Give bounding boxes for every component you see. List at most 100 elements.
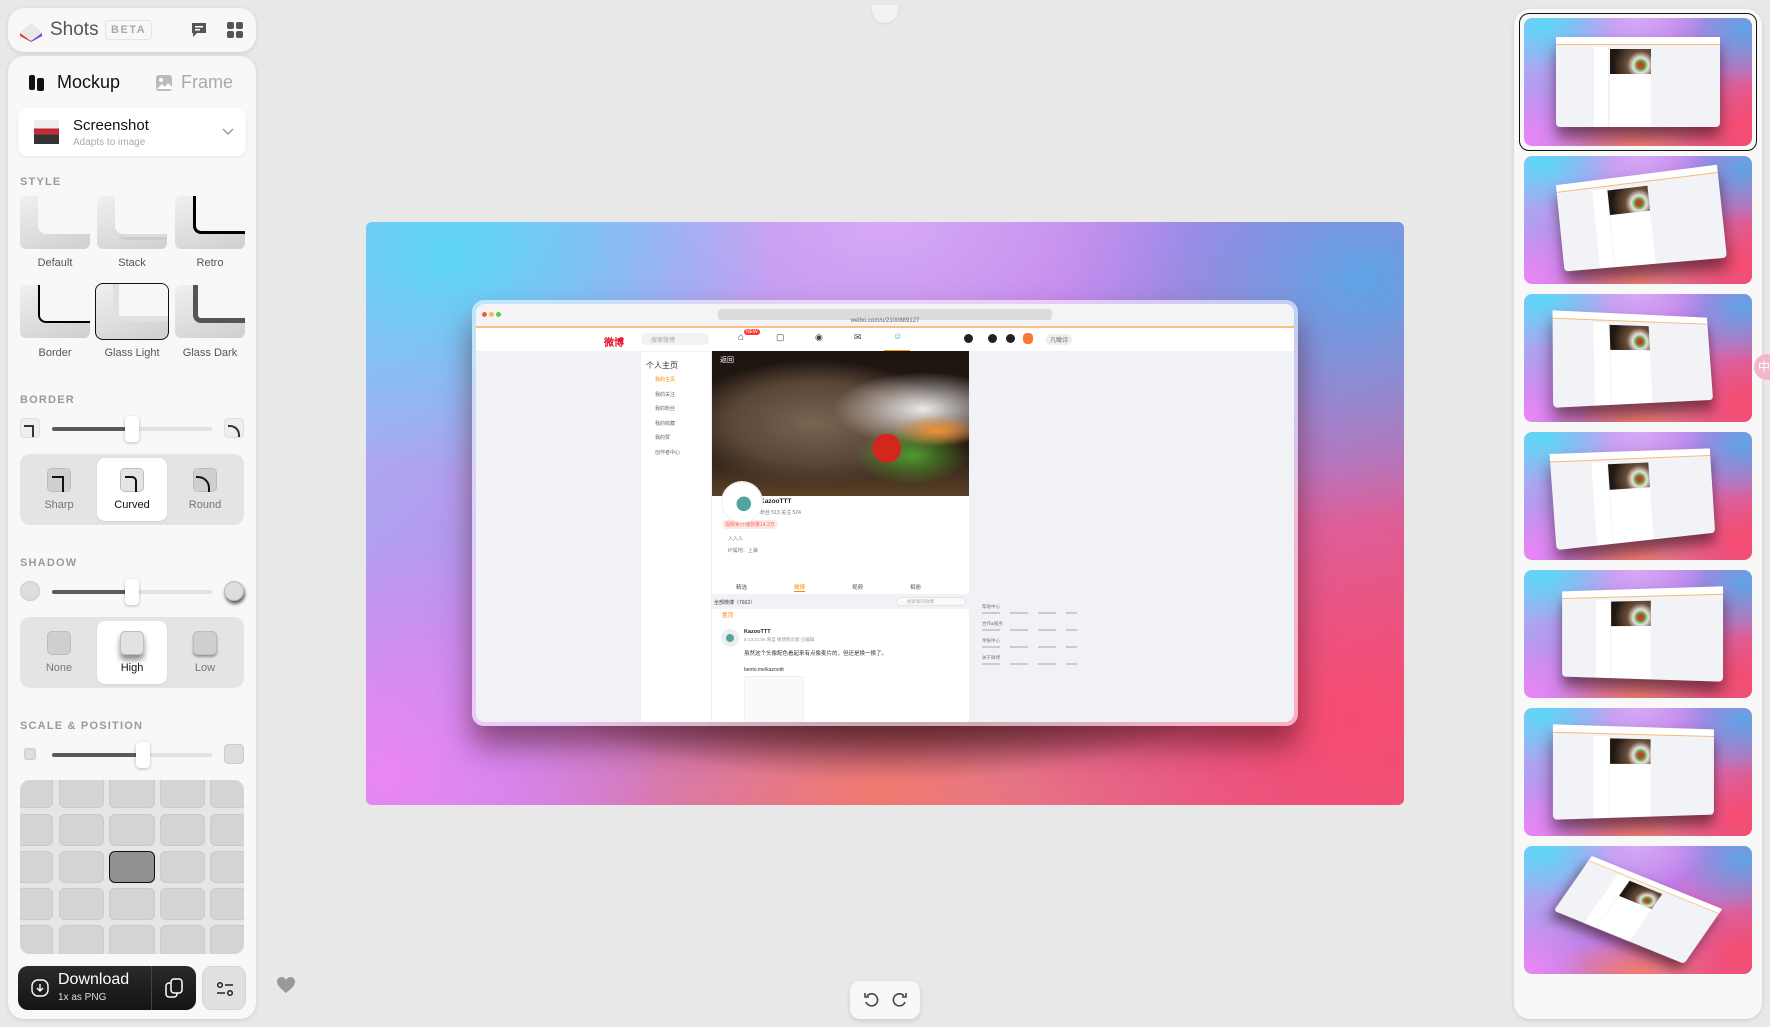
sidebar-nav-item[interactable]: 我的赞	[655, 434, 670, 441]
position-cell[interactable]	[160, 925, 205, 954]
apps-grid-icon[interactable]	[226, 21, 244, 39]
style-border[interactable]	[20, 285, 90, 338]
hot-icon[interactable]: ◉	[815, 332, 823, 343]
style-label-glass-dark: Glass Dark	[175, 347, 245, 359]
border-sharp[interactable]: Sharp	[24, 458, 94, 521]
download-icon	[31, 979, 49, 997]
shadow-slider[interactable]	[52, 590, 212, 594]
position-cell[interactable]	[20, 780, 53, 808]
position-cell[interactable]	[59, 888, 104, 920]
variant-thumbnail[interactable]	[1524, 294, 1752, 422]
home-icon[interactable]: ⌂	[738, 332, 744, 343]
position-cell[interactable]	[109, 888, 155, 920]
variant-thumbnail[interactable]	[1524, 432, 1752, 560]
export-settings-button[interactable]	[202, 966, 246, 1010]
video-icon[interactable]: ▢	[776, 332, 785, 343]
device-dropdown[interactable]: Screenshot Adapts to image	[18, 108, 246, 156]
nav-compose-icon[interactable]	[1023, 333, 1033, 344]
position-cell[interactable]	[210, 814, 244, 846]
device-thumbnail	[34, 120, 59, 144]
position-cell[interactable]	[109, 925, 155, 954]
profile-avatar-icon[interactable]: ☺	[893, 331, 902, 341]
shadow-low[interactable]: Low	[170, 621, 240, 684]
profile-tab[interactable]: 微博	[794, 583, 805, 592]
style-retro[interactable]	[175, 196, 245, 249]
footer-section[interactable]: 合作&服务	[982, 621, 1003, 627]
variant-thumbnail[interactable]	[1524, 846, 1752, 974]
profile-tab[interactable]: 视频	[852, 583, 863, 591]
footer-section[interactable]: 关于微博	[982, 655, 1000, 661]
shadow-none[interactable]: None	[24, 621, 94, 684]
position-cell[interactable]	[20, 851, 53, 883]
post-link[interactable]: bento.me/kazoottt	[744, 667, 784, 673]
style-glass-light[interactable]	[95, 283, 169, 340]
nav-dot-icon[interactable]	[988, 334, 997, 343]
position-cell[interactable]	[109, 814, 155, 846]
nav-dot-icon[interactable]	[964, 334, 973, 343]
position-cell[interactable]	[210, 780, 244, 808]
variant-thumbnail[interactable]	[1524, 708, 1752, 836]
browser-window-mockup: weibo.com/u/2100889127 微博 搜索微博 ⌂ NEW ▢ ◉…	[472, 300, 1298, 726]
position-cell[interactable]	[109, 851, 155, 883]
style-default[interactable]	[20, 196, 90, 249]
variant-thumbnail[interactable]	[1524, 570, 1752, 698]
border-round[interactable]: Round	[170, 458, 240, 521]
position-cell[interactable]	[160, 780, 205, 808]
copy-icon[interactable]	[163, 977, 185, 999]
profile-tab[interactable]: 相册	[910, 583, 921, 591]
site-footer: 帮助中心合作&服务举报中心关于微博	[974, 604, 1094, 722]
style-glass-dark[interactable]	[175, 285, 245, 338]
sidebar-nav-item[interactable]: 创作者中心	[655, 449, 680, 456]
canvas-top-handle[interactable]	[872, 5, 898, 23]
variant-thumbnail[interactable]	[1524, 18, 1752, 146]
variant-thumbnail[interactable]	[1524, 156, 1752, 284]
position-cell[interactable]	[59, 851, 104, 883]
position-cell[interactable]	[160, 888, 205, 920]
position-cell[interactable]	[210, 888, 244, 920]
nav-username[interactable]: 凡瞰诗	[1046, 334, 1072, 345]
variant-mockup-preview	[1553, 724, 1714, 819]
border-slider[interactable]	[52, 427, 212, 431]
position-cell[interactable]	[210, 851, 244, 883]
footer-section[interactable]: 举报中心	[982, 638, 1000, 644]
position-cell[interactable]	[160, 851, 205, 883]
round-corner-icon	[224, 418, 244, 438]
post-search[interactable]: 搜索我的微博	[896, 597, 966, 606]
sidebar-nav-item[interactable]: 我的关注	[655, 391, 675, 398]
post-text: 虽然这个头像配色看起来有点像麦片的，但还是换一换了。	[744, 649, 887, 657]
download-format: 1x as PNG	[58, 992, 106, 1003]
nav-search[interactable]: 搜索微博	[641, 333, 709, 345]
option-label: Low	[170, 662, 240, 674]
position-cell[interactable]	[160, 814, 205, 846]
post-image	[744, 676, 804, 722]
redo-icon[interactable]	[892, 992, 908, 1008]
position-cell[interactable]	[20, 814, 53, 846]
sidebar-nav-item[interactable]: 我的粉丝	[655, 405, 675, 412]
position-cell[interactable]	[59, 925, 104, 954]
back-link[interactable]: 返回	[720, 355, 734, 365]
position-cell[interactable]	[20, 888, 53, 920]
profile-tab[interactable]: 精选	[736, 583, 747, 591]
style-stack[interactable]	[97, 196, 167, 249]
scale-slider[interactable]	[52, 753, 212, 757]
footer-section[interactable]: 帮助中心	[982, 604, 1000, 610]
sidebar-nav-item[interactable]: 我的收藏	[655, 420, 675, 427]
url-bar[interactable]: weibo.com/u/2100889127	[718, 309, 1052, 320]
position-cell[interactable]	[59, 780, 104, 808]
position-cell[interactable]	[20, 925, 53, 954]
position-cell[interactable]	[210, 925, 244, 954]
shots-logo-icon	[18, 20, 44, 42]
undo-icon[interactable]	[863, 992, 879, 1008]
variant-mockup-preview	[1552, 311, 1713, 408]
message-icon[interactable]: ✉	[854, 332, 862, 343]
chat-icon[interactable]	[190, 21, 208, 39]
position-cell[interactable]	[59, 814, 104, 846]
sidebar-nav-item[interactable]: 我的主页	[655, 376, 675, 383]
download-label: Download	[58, 971, 129, 989]
position-cell[interactable]	[109, 780, 155, 808]
profile-sidebar: 个人主页 我的主页 我的关注 我的粉丝 我的收藏 我的赞 创作者中心	[641, 352, 711, 722]
nav-moon-icon[interactable]	[1006, 334, 1015, 343]
heart-icon[interactable]	[276, 976, 296, 994]
border-curved[interactable]: Curved	[97, 458, 167, 521]
shadow-high[interactable]: High	[97, 621, 167, 684]
